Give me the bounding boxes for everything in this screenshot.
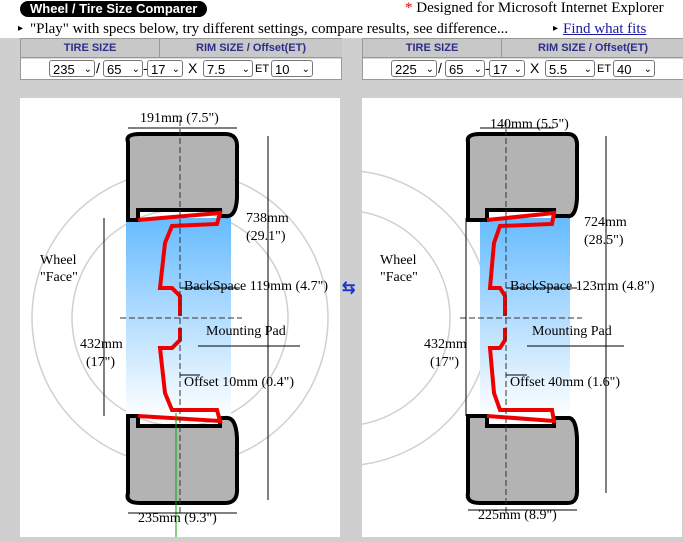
rim-width-select[interactable]: 5.5 ⌄ (545, 60, 595, 77)
chevron-down-icon: ⌄ (83, 64, 92, 75)
mounting-pad-label: Mounting Pad (206, 324, 286, 339)
right-tire-drawing: 140mm (5.5") 724mm (28.5") Wheel "Face" … (193, 117, 655, 523)
rim-size-header: RIM SIZE / Offset(ET) (159, 39, 342, 58)
instruction-text: "Play" with specs below, try different s… (30, 21, 509, 37)
backspace-label: BackSpace 123mm (4.8") (510, 279, 655, 294)
app-title: Wheel / Tire Size Comparer (20, 1, 208, 17)
info-bar: ▸ "Play" with specs below, try different… (0, 20, 683, 38)
chevron-down-icon: ⌄ (583, 64, 592, 75)
play-arrow-icon: ▸ (18, 23, 24, 34)
rim-diameter-select[interactable]: 17 ⌄ (489, 60, 525, 77)
rim-diameter-in: (17") (86, 355, 115, 370)
tread-width-label: 235mm (9.3") (138, 511, 217, 526)
swap-icon[interactable]: ⇆ (342, 278, 355, 298)
rim-diameter-in: (17") (430, 355, 459, 370)
overall-height-in: (28.5") (584, 233, 624, 248)
right-wheel-diagram: 140mm (5.5") 724mm (28.5") Wheel "Face" … (193, 98, 682, 537)
chevron-down-icon: ⌄ (171, 64, 180, 75)
aspect-ratio-select[interactable]: 65 ⌄ (103, 60, 143, 77)
tire-size-header: TIRE SIZE (21, 39, 159, 58)
aspect-ratio-select[interactable]: 65 ⌄ (445, 60, 485, 77)
chevron-down-icon: ⌄ (301, 64, 310, 75)
face-label: "Face" (40, 270, 78, 285)
rim-diameter-mm: 432mm (424, 337, 467, 352)
left-wheel-diagram: 191mm (7.5") 738mm (29.1") Wheel "Face" … (20, 98, 340, 537)
section-width-label: 140mm (5.5") (490, 117, 569, 132)
ie-notice: * Designed for Microsoft Internet Explor… (405, 0, 664, 16)
top-bar: Wheel / Tire Size Comparer * Designed fo… (0, 0, 683, 20)
overall-height-in: (29.1") (246, 229, 286, 244)
tire-width-select[interactable]: 235 ⌄ (49, 60, 95, 77)
section-width-label: 191mm (7.5") (140, 111, 219, 126)
chevron-down-icon: ⌄ (643, 64, 652, 75)
left-tire-drawing: 191mm (7.5") 738mm (29.1") Wheel "Face" … (31, 111, 329, 537)
wheel-label: Wheel (40, 253, 77, 268)
rim-size-header: RIM SIZE / Offset(ET) (501, 39, 683, 58)
backspace-label: BackSpace 119mm (4.7") (184, 279, 328, 294)
chevron-down-icon: ⌄ (425, 64, 434, 75)
tire-width-select[interactable]: 225 ⌄ (391, 60, 437, 77)
right-spec-panel: TIRE SIZE RIM SIZE / Offset(ET) 225 ⌄ / 6… (362, 38, 683, 80)
find-what-fits-link[interactable]: Find what fits (563, 20, 646, 38)
tread-width-label: 225mm (8.9") (478, 508, 557, 523)
overall-height-mm: 738mm (246, 211, 289, 226)
rim-width-select[interactable]: 7.5 ⌄ (203, 60, 253, 77)
offset-select[interactable]: 10 ⌄ (271, 60, 313, 77)
offset-label: Offset 10mm (0.4") (184, 375, 294, 390)
overall-height-mm: 724mm (584, 215, 627, 230)
face-label: "Face" (380, 270, 418, 285)
mounting-pad-label: Mounting Pad (532, 324, 612, 339)
offset-select[interactable]: 40 ⌄ (613, 60, 655, 77)
chevron-down-icon: ⌄ (473, 64, 482, 75)
tire-size-header: TIRE SIZE (363, 39, 501, 58)
chevron-down-icon: ⌄ (241, 64, 250, 75)
rim-diameter-mm: 432mm (80, 337, 123, 352)
rim-diameter-select[interactable]: 17 ⌄ (147, 60, 183, 77)
chevron-down-icon: ⌄ (513, 64, 522, 75)
chevron-down-icon: ⌄ (131, 64, 140, 75)
left-spec-panel: TIRE SIZE RIM SIZE / Offset(ET) 235 ⌄ / 6… (20, 38, 342, 80)
offset-label: Offset 40mm (1.6") (510, 375, 620, 390)
wheel-label: Wheel (380, 253, 417, 268)
link-arrow-icon: ▸ (553, 23, 559, 34)
